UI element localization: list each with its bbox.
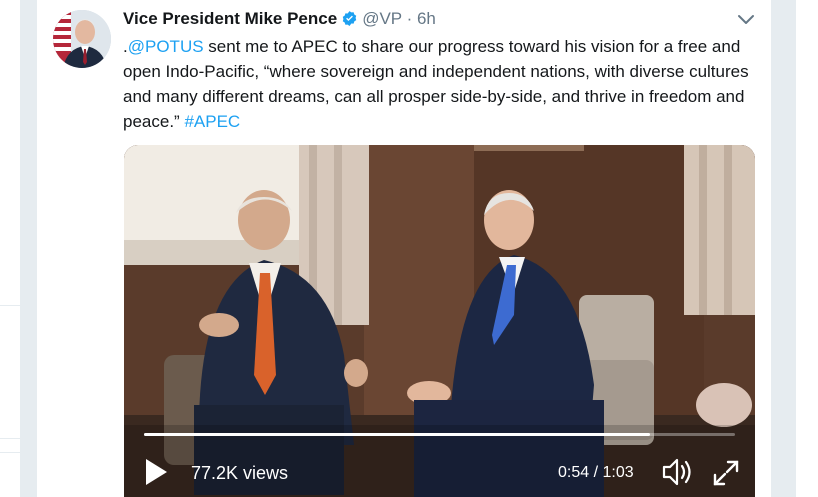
tweet-header: Vice President Mike Pence @VP · 6h [123,8,763,30]
divider [0,438,20,439]
play-icon[interactable] [144,458,168,486]
author-name[interactable]: Vice President Mike Pence [123,9,337,28]
chevron-down-icon[interactable] [737,14,755,26]
profile-photo [53,10,111,68]
video-frame [124,145,755,497]
fullscreen-icon[interactable] [712,459,740,487]
separator-dot: · [406,9,413,28]
tweet-text: .@POTUS sent me to APEC to share our pro… [123,34,759,134]
view-count: 77.2K views [191,463,289,483]
left-sidebar [0,0,21,497]
verified-badge-icon [342,11,357,26]
timestamp[interactable]: 6h [417,9,436,28]
divider [0,305,20,306]
video-progress-fill [144,433,651,436]
avatar[interactable] [53,10,111,68]
divider [0,452,20,453]
author-handle[interactable]: @VP [362,9,402,28]
right-sidebar [771,0,818,497]
video-player[interactable]: 77.2K views 0:54 / 1:03 [124,145,755,497]
volume-icon[interactable] [661,457,693,487]
video-progress-bar[interactable] [144,433,735,436]
tweet-card[interactable]: Vice President Mike Pence @VP · 6h .@POTU… [36,0,773,497]
mention-link[interactable]: @POTUS [128,37,204,56]
video-duration: 0:54 / 1:03 [558,464,634,481]
right-panel [795,0,818,497]
hashtag-link[interactable]: #APEC [184,112,240,131]
